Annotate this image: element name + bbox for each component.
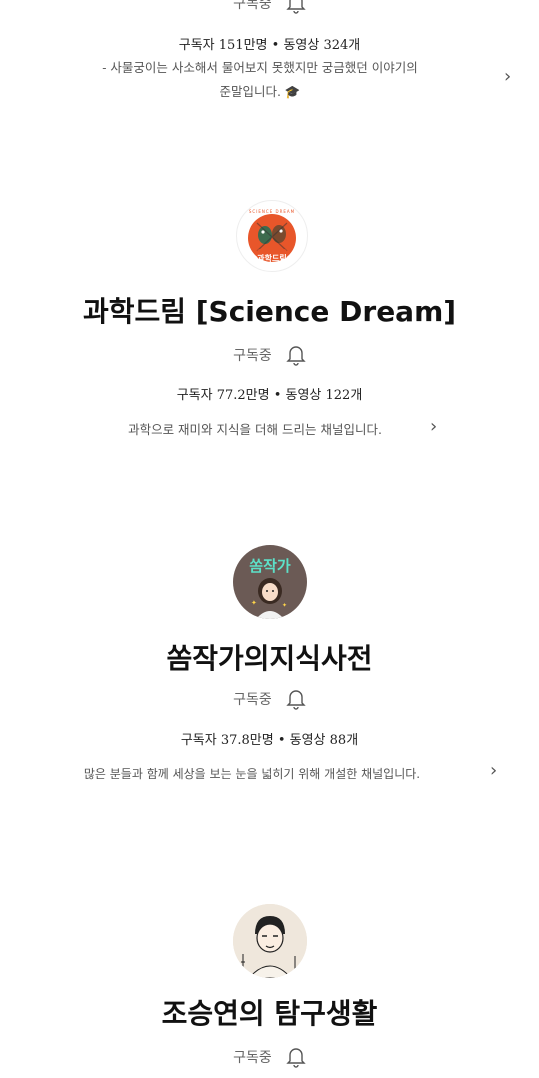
bell-icon[interactable] <box>286 688 306 710</box>
logo-arc-text: SCIENCE DREAM <box>248 209 296 214</box>
chevron-right-icon[interactable]: › <box>504 66 511 87</box>
channel-4-subscribed[interactable]: 구독중 <box>0 1044 539 1070</box>
logo-text: 쏨작가 <box>249 557 291 575</box>
logo-text: 과학드림 <box>257 254 287 263</box>
avatar-illustration-icon: ✦ ✦ <box>251 578 287 619</box>
channel-title[interactable]: 조승연의 탐구생활 <box>0 992 539 1032</box>
avatar-illustration-icon <box>233 904 307 978</box>
subscribed-label: 구독중 <box>233 348 272 364</box>
description-line: 준말입니다. 🎓 <box>219 84 301 99</box>
channel-3-description[interactable]: 많은 분들과 함께 세상을 보는 눈을 넓히기 위해 개설한 채널입니다. <box>22 762 482 786</box>
channel-2-stats: 구독자 77.2만명 • 동영상 122개 <box>176 388 363 403</box>
channel-title[interactable]: 과학드림 [Science Dream] <box>0 290 539 330</box>
channel-1-description[interactable]: - 사물궁이는 사소해서 물어보지 못했지만 궁금했던 이야기의 준말입니다. … <box>40 56 480 104</box>
channel-3-stats: 구독자 37.8만명 • 동영상 88개 <box>180 733 359 748</box>
channel-2-description[interactable]: 과학으로 재미와 지식을 더해 드리는 채널입니다. <box>90 418 420 442</box>
channel-3-subscribed[interactable]: 구독중 <box>0 686 539 712</box>
channel-1-stats: 구독자 151만명 • 동영상 324개 <box>178 38 361 53</box>
subscribed-label: 구독중 <box>233 1050 272 1066</box>
channel-avatar[interactable]: 쏨작가 ✦ ✦ <box>233 545 307 619</box>
chevron-right-icon[interactable]: › <box>430 416 437 437</box>
chevron-right-icon[interactable]: › <box>490 760 497 781</box>
channel-avatar[interactable] <box>233 904 307 978</box>
svg-text:✦: ✦ <box>251 599 257 607</box>
subscribed-label: 구독중 <box>233 0 272 12</box>
svg-text:✦: ✦ <box>282 602 287 609</box>
description-line: - 사물궁이는 사소해서 물어보지 못했지만 궁금했던 이야기의 <box>102 60 418 75</box>
channel-avatar[interactable]: 과학드림 SCIENCE DREAM <box>236 200 308 272</box>
bell-icon[interactable] <box>286 0 306 14</box>
channel-1-subscribed[interactable]: 구독중 <box>0 0 539 16</box>
channel-title[interactable]: 쏨작가의지식사전 <box>0 637 539 677</box>
channel-2-subscribed[interactable]: 구독중 <box>0 342 539 368</box>
subscribed-label: 구독중 <box>233 692 272 708</box>
bell-icon[interactable] <box>286 344 306 366</box>
bell-icon[interactable] <box>286 1046 306 1068</box>
